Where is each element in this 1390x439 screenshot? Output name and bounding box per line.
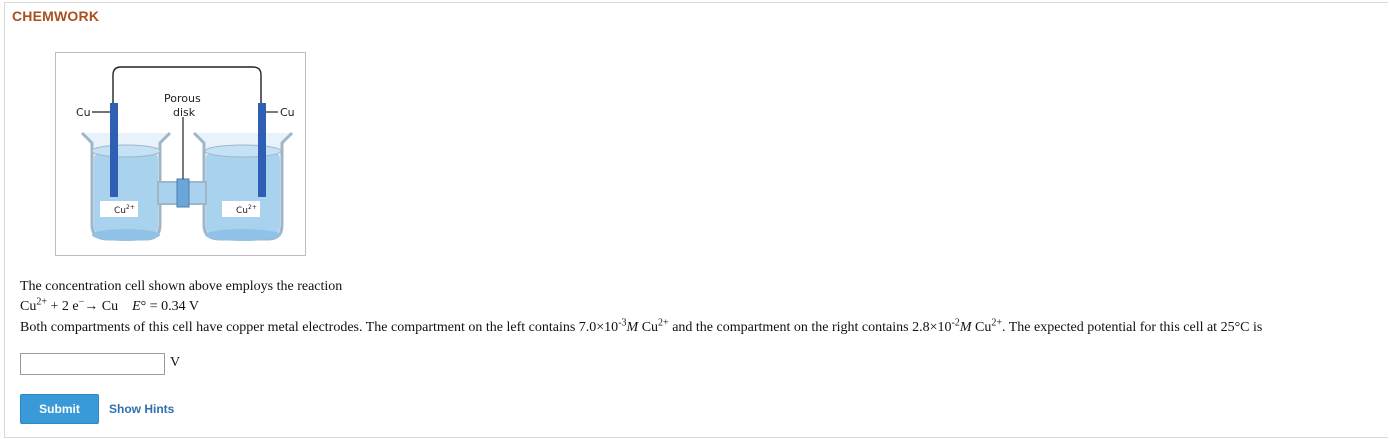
show-hints-link[interactable]: Show Hints <box>109 402 174 416</box>
reaction-equation: Cu2+ + 2 e−→ Cu E° = 0.34 V <box>20 296 199 314</box>
left-electrode <box>110 103 118 197</box>
answer-unit: V <box>170 355 181 370</box>
potential-symbol: E <box>132 299 141 314</box>
problem-statement: Both compartments of this cell have copp… <box>20 317 1263 335</box>
right-solution <box>206 151 280 235</box>
standard-potential: ° = 0.34 V <box>140 299 199 314</box>
disk-label-line2: disk <box>173 106 196 119</box>
right-electrode-label: Cu <box>280 106 295 119</box>
answer-input[interactable] <box>20 353 165 375</box>
brand-title: CHEMWORK <box>12 8 100 24</box>
left-solution <box>94 151 158 235</box>
right-beaker <box>192 131 294 241</box>
concentration-cell-figure: Cu Cu Porous disk Cu2+ Cu2+ <box>55 52 306 256</box>
left-beaker <box>80 131 172 241</box>
right-electrode <box>258 103 266 197</box>
disk-label-line1: Porous <box>164 92 201 105</box>
cell-diagram: Cu Cu Porous disk Cu2+ Cu2+ <box>76 66 295 241</box>
left-electrode-label: Cu <box>76 106 91 119</box>
submit-button[interactable]: Submit <box>20 394 99 424</box>
porous-disk <box>176 178 190 208</box>
problem-intro: The concentration cell shown above emplo… <box>20 279 343 294</box>
